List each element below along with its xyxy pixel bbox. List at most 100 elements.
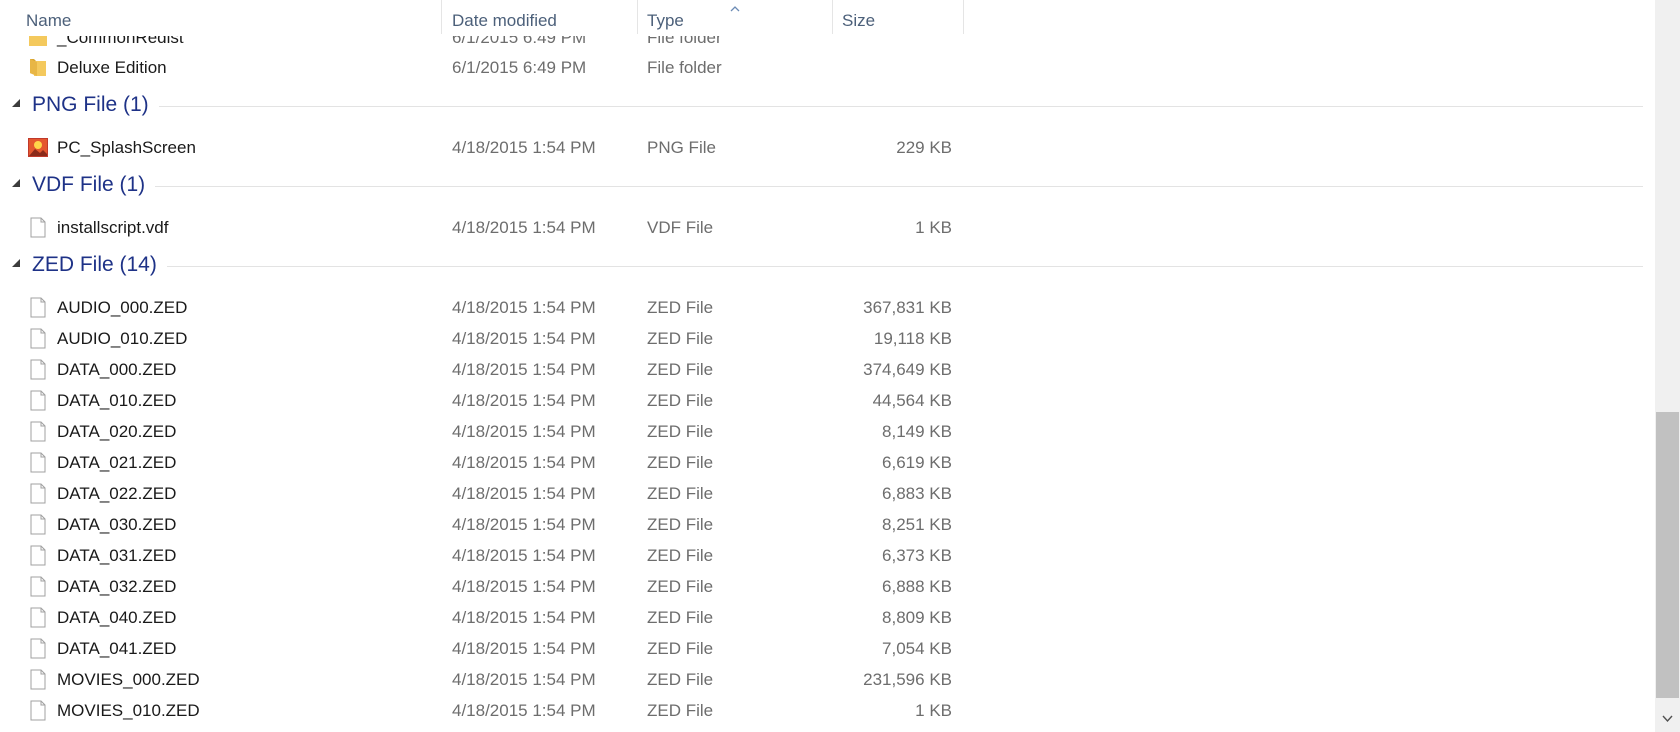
file-icon [27,297,49,318]
column-divider[interactable] [963,0,964,34]
file-icon [27,421,49,442]
file-name: DATA_041.ZED [57,639,177,658]
file-size: 1 KB [915,701,952,720]
file-date: 4/18/2015 1:54 PM [452,298,596,317]
list-item[interactable]: DATA_010.ZED 4/18/2015 1:54 PM ZED File 44,… [0,385,1655,416]
scrollbar-thumb[interactable] [1656,412,1679,698]
file-date: 4/18/2015 1:54 PM [452,608,596,627]
list-item[interactable]: DATA_021.ZED 4/18/2015 1:54 PM ZED File 6,6… [0,447,1655,478]
list-item[interactable]: DATA_022.ZED 4/18/2015 1:54 PM ZED File 6,8… [0,478,1655,509]
list-item[interactable]: DATA_041.ZED 4/18/2015 1:54 PM ZED File 7,0… [0,633,1655,664]
chevron-down-icon [1662,715,1673,723]
list-item[interactable]: DATA_000.ZED 4/18/2015 1:54 PM ZED File 374… [0,354,1655,385]
file-icon [27,359,49,380]
file-size: 19,118 KB [873,329,952,348]
file-name: DATA_040.ZED [57,608,177,627]
column-header-name[interactable]: Name [26,0,71,36]
list-item[interactable]: MOVIES_010.ZED 4/18/2015 1:54 PM ZED File 1… [0,695,1655,726]
file-date: 4/18/2015 1:54 PM [452,391,596,410]
file-type: ZED File [647,546,714,565]
file-name: DATA_020.ZED [57,422,177,441]
list-item[interactable]: DATA_040.ZED 4/18/2015 1:54 PM ZED File 8,8… [0,602,1655,633]
list-item[interactable]: MOVIES_000.ZED 4/18/2015 1:54 PM ZED File 2… [0,664,1655,695]
file-icon [27,700,49,721]
list-item[interactable]: installscript.vdf 4/18/2015 1:54 PM VDF … [0,212,1655,243]
group-divider [162,266,1643,267]
list-item[interactable]: DATA_032.ZED 4/18/2015 1:54 PM ZED File 6,8… [0,571,1655,602]
file-name: DATA_032.ZED [57,577,177,596]
file-type: ZED File [647,360,714,379]
file-date: 4/18/2015 1:54 PM [452,329,596,348]
file-name: Deluxe Edition [57,58,167,77]
file-icon [27,669,49,690]
group-divider [150,106,1643,107]
file-type: ZED File [647,298,714,317]
file-date: 6/1/2015 6:49 PM [452,58,587,77]
file-size: 6,888 KB [882,577,952,596]
column-header-type[interactable]: Type [647,0,684,36]
file-type: ZED File [647,484,714,503]
column-divider[interactable] [441,0,442,34]
file-size: 8,251 KB [882,515,952,534]
column-header-size[interactable]: Size [842,0,875,36]
column-header-date-modified[interactable]: Date modified [452,0,557,36]
file-name: DATA_000.ZED [57,360,177,379]
file-icon [27,514,49,535]
file-name: installscript.vdf [57,218,169,237]
file-type: ZED File [647,515,714,534]
file-type: ZED File [647,453,714,472]
folder-icon [27,57,49,78]
file-date: 4/18/2015 1:54 PM [452,218,596,237]
list-item[interactable]: DATA_030.ZED 4/18/2015 1:54 PM ZED File 8,2… [0,509,1655,540]
file-name: DATA_021.ZED [57,453,177,472]
file-icon [27,217,49,238]
sort-ascending-icon [729,0,741,18]
file-icon [27,483,49,504]
file-name: AUDIO_010.ZED [57,329,188,348]
list-item[interactable]: DATA_020.ZED 4/18/2015 1:54 PM ZED File 8,1… [0,416,1655,447]
group-title: PNG File (1) [32,91,159,119]
file-size: 6,883 KB [882,484,952,503]
file-icon [27,452,49,473]
group-header-zed[interactable]: ZED File (14) [0,249,1655,285]
file-type: ZED File [647,670,714,689]
list-item[interactable]: AUDIO_010.ZED 4/18/2015 1:54 PM ZED File 19… [0,323,1655,354]
file-type: ZED File [647,422,714,441]
file-icon [27,328,49,349]
file-date: 4/18/2015 1:54 PM [452,515,596,534]
file-name: MOVIES_000.ZED [57,670,200,689]
file-date: 4/18/2015 1:54 PM [452,701,596,720]
file-size: 1 KB [915,218,952,237]
file-size: 7,054 KB [882,639,952,658]
list-item[interactable]: Deluxe Edition 6/1/2015 6:49 PM File fol… [0,52,1655,83]
file-date: 4/18/2015 1:54 PM [452,422,596,441]
file-size: 6,619 KB [882,453,952,472]
file-date: 4/18/2015 1:54 PM [452,577,596,596]
column-divider[interactable] [832,0,833,34]
group-title: VDF File (1) [32,171,156,199]
file-size: 229 KB [896,138,952,157]
group-header-vdf[interactable]: VDF File (1) [0,169,1655,205]
file-explorer-details-view: _CommonRedist 6/1/2015 6:49 PM File fold… [0,0,1680,732]
file-name: DATA_010.ZED [57,391,177,410]
file-date: 4/18/2015 1:54 PM [452,453,596,472]
scroll-down-button[interactable] [1655,705,1680,732]
file-type: ZED File [647,639,714,658]
file-icon [27,607,49,628]
file-size: 8,809 KB [882,608,952,627]
list-item[interactable]: DATA_031.ZED 4/18/2015 1:54 PM ZED File 6,3… [0,540,1655,571]
group-header-png[interactable]: PNG File (1) [0,89,1655,125]
group-divider [150,186,1643,187]
list-item[interactable]: AUDIO_000.ZED 4/18/2015 1:54 PM ZED File 36… [0,292,1655,323]
file-type: VDF File [647,218,714,237]
column-divider[interactable] [637,0,638,34]
file-type: ZED File [647,391,714,410]
list-item[interactable]: PC_SplashScreen 4/18/2015 1:54 PM PNG Fi… [0,132,1655,163]
file-type: File folder [647,58,722,77]
file-date: 4/18/2015 1:54 PM [452,138,596,157]
file-name: PC_SplashScreen [57,138,196,157]
file-icon [27,390,49,411]
file-icon [27,545,49,566]
file-name: AUDIO_000.ZED [57,298,188,317]
file-type: ZED File [647,577,714,596]
